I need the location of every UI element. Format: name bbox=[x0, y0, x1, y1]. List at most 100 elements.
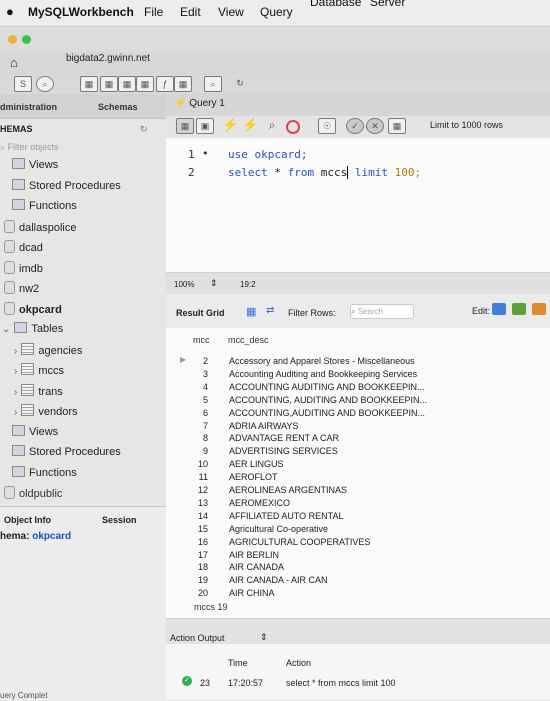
cell-mcc-desc[interactable]: AIR CANADA - AIR CAN bbox=[229, 574, 328, 587]
cell-mcc-desc[interactable]: AIR CHINA bbox=[229, 587, 275, 600]
grid-view-icon[interactable]: ▦ bbox=[246, 305, 256, 318]
action-output-stepper-icon[interactable]: ⇕ bbox=[260, 632, 268, 643]
cell-mcc[interactable]: 8 bbox=[182, 432, 208, 445]
tree-item-agencies[interactable]: › agencies bbox=[14, 342, 82, 357]
open-sql-icon[interactable]: ⌕ bbox=[36, 76, 54, 92]
cell-mcc[interactable]: 5 bbox=[182, 394, 208, 407]
zoom-level[interactable]: 100% bbox=[174, 280, 194, 289]
cell-mcc-desc[interactable]: Accessory and Apparel Stores - Miscellan… bbox=[229, 355, 415, 368]
tree-item-functions[interactable]: Functions bbox=[12, 199, 77, 212]
apple-icon[interactable]: ● bbox=[6, 4, 14, 19]
cell-mcc[interactable]: 11 bbox=[182, 471, 208, 484]
tree-item-dallaspolice[interactable]: dallaspolice bbox=[4, 219, 76, 234]
delete-row-icon[interactable] bbox=[532, 303, 546, 315]
tab-query-1[interactable]: ⚡ Query 1 bbox=[174, 98, 225, 109]
execute-icon[interactable]: ⚡ bbox=[222, 118, 238, 132]
cell-mcc[interactable]: 18 bbox=[182, 561, 208, 574]
zoom-button[interactable] bbox=[22, 35, 31, 44]
expand-arrow-icon[interactable]: › bbox=[14, 346, 17, 357]
tree-item-mccs[interactable]: › mccs bbox=[14, 363, 64, 377]
procedure-icon[interactable]: ▦ bbox=[136, 76, 154, 92]
cell-mcc-desc[interactable]: AIR CANADA bbox=[229, 561, 284, 574]
table-row[interactable]: 3 Accounting Auditing and Bookkeeping Ser… bbox=[166, 368, 550, 381]
cell-mcc[interactable]: 15 bbox=[182, 523, 208, 536]
cell-mcc[interactable]: 10 bbox=[182, 458, 208, 471]
minimize-button[interactable] bbox=[8, 35, 17, 44]
tree-item-vendors[interactable]: › vendors bbox=[14, 404, 77, 418]
cell-mcc-desc[interactable]: ACCOUNTING,AUDITING AND BOOKKEEPIN... bbox=[229, 407, 425, 420]
tree-item-okpcard[interactable]: okpcard bbox=[4, 301, 62, 316]
cell-mcc-desc[interactable]: Agricultural Co-operative bbox=[229, 523, 328, 536]
expand-arrow-icon[interactable]: › bbox=[14, 407, 17, 418]
cell-mcc[interactable]: 13 bbox=[182, 497, 208, 510]
result-tab[interactable]: mccs 19 bbox=[194, 602, 228, 612]
view-icon[interactable]: ▦ bbox=[118, 76, 136, 92]
menu-query[interactable]: Query bbox=[260, 5, 293, 19]
table-row[interactable]: 13 AEROMEXICO bbox=[166, 497, 550, 510]
filter-objects-input[interactable]: ⌕ Filter objects bbox=[0, 142, 160, 156]
expand-arrow-icon[interactable]: › bbox=[14, 387, 17, 398]
table-row[interactable]: 2 Accessory and Apparel Stores - Miscella… bbox=[166, 355, 550, 368]
menu-database[interactable]: Database bbox=[310, 0, 361, 9]
tree-item-tables[interactable]: ⌄ Tables bbox=[2, 322, 63, 335]
tree-item-nw2[interactable]: nw2 bbox=[4, 281, 39, 295]
tree-item-views[interactable]: Views bbox=[12, 158, 58, 171]
toggle-continue-icon[interactable]: ☉ bbox=[318, 118, 336, 134]
function-icon[interactable]: ƒ bbox=[156, 76, 174, 92]
cell-mcc-desc[interactable]: AGRICULTURAL COOPERATIVES bbox=[229, 536, 370, 549]
table-row[interactable]: 6 ACCOUNTING,AUDITING AND BOOKKEEPIN... bbox=[166, 407, 550, 420]
collapse-arrow-icon[interactable]: ⌄ bbox=[2, 324, 10, 335]
search-table-icon[interactable]: ⌕ bbox=[204, 76, 222, 92]
menu-view[interactable]: View bbox=[218, 5, 244, 19]
cell-mcc[interactable]: 19 bbox=[182, 574, 208, 587]
tab-administration[interactable]: dministration bbox=[0, 102, 57, 112]
table-row[interactable]: 10 AER LINGUS bbox=[166, 458, 550, 471]
home-icon[interactable]: ⌂ bbox=[10, 55, 18, 70]
cell-mcc[interactable]: 14 bbox=[182, 510, 208, 523]
table-row[interactable]: 16 AGRICULTURAL COOPERATIVES bbox=[166, 536, 550, 549]
schema-icon[interactable]: ▦ bbox=[80, 76, 98, 92]
tree-item-trans[interactable]: › trans bbox=[14, 383, 63, 398]
tree-item-stored-procedures[interactable]: Stored Procedures bbox=[12, 445, 121, 458]
cell-mcc[interactable]: 4 bbox=[182, 381, 208, 394]
cell-mcc-desc[interactable]: AEROMEXICO bbox=[229, 497, 290, 510]
filter-rows-input[interactable]: ⌕ Search bbox=[350, 304, 414, 319]
table-row[interactable]: 18 AIR CANADA bbox=[166, 561, 550, 574]
table-row[interactable]: 15 Agricultural Co-operative bbox=[166, 523, 550, 536]
table-row[interactable]: 5 ACCOUNTING, AUDITING AND BOOKKEEPIN... bbox=[166, 394, 550, 407]
tree-item-stored-procedures[interactable]: Stored Procedures bbox=[12, 178, 121, 192]
table-row[interactable]: 9 ADVERTISING SERVICES bbox=[166, 445, 550, 458]
cell-mcc[interactable]: 6 bbox=[182, 407, 208, 420]
tab-object-info[interactable]: Object Info bbox=[4, 515, 51, 525]
cell-mcc-desc[interactable]: AIR BERLIN bbox=[229, 549, 279, 562]
cell-mcc-desc[interactable]: ADRIA AIRWAYS bbox=[229, 420, 298, 433]
stop-icon[interactable] bbox=[286, 120, 300, 134]
edit-row-icon[interactable] bbox=[492, 303, 506, 315]
cell-mcc[interactable]: 17 bbox=[182, 549, 208, 562]
tree-item-views[interactable]: Views bbox=[12, 424, 58, 438]
menu-edit[interactable]: Edit bbox=[180, 5, 201, 19]
app-menu[interactable]: MySQLWorkbench bbox=[28, 5, 134, 19]
add-row-icon[interactable] bbox=[512, 303, 526, 315]
tree-item-dcad[interactable]: dcad bbox=[4, 240, 43, 254]
cell-mcc[interactable]: 3 bbox=[182, 368, 208, 381]
connection-tab[interactable]: bigdata2.gwinn.net bbox=[66, 53, 150, 64]
cell-mcc[interactable]: 7 bbox=[182, 420, 208, 433]
table-row[interactable]: 20 AIR CHINA bbox=[166, 587, 550, 600]
table-row[interactable]: 7 ADRIA AIRWAYS bbox=[166, 420, 550, 433]
column-header-mcc-desc[interactable]: mcc_desc bbox=[228, 335, 269, 345]
table-row[interactable]: 19 AIR CANADA - AIR CAN bbox=[166, 574, 550, 587]
open-file-icon[interactable]: ▦ bbox=[176, 118, 194, 134]
table-row[interactable]: 11 AEROFLOT bbox=[166, 471, 550, 484]
expand-arrow-icon[interactable]: › bbox=[14, 366, 17, 377]
reconnect-icon[interactable]: ↻ bbox=[232, 76, 248, 90]
table-row[interactable]: 17 AIR BERLIN bbox=[166, 549, 550, 562]
autocommit-icon[interactable]: ▦ bbox=[388, 118, 406, 134]
cell-mcc-desc[interactable]: AEROFLOT bbox=[229, 471, 278, 484]
table-icon[interactable]: ▦ bbox=[100, 76, 118, 92]
cell-mcc-desc[interactable]: ADVERTISING SERVICES bbox=[229, 445, 338, 458]
table-row[interactable]: 14 AFFILIATED AUTO RENTAL bbox=[166, 510, 550, 523]
cell-mcc[interactable]: 12 bbox=[182, 484, 208, 497]
menu-file[interactable]: File bbox=[144, 5, 163, 19]
cell-mcc-desc[interactable]: AER LINGUS bbox=[229, 458, 284, 471]
